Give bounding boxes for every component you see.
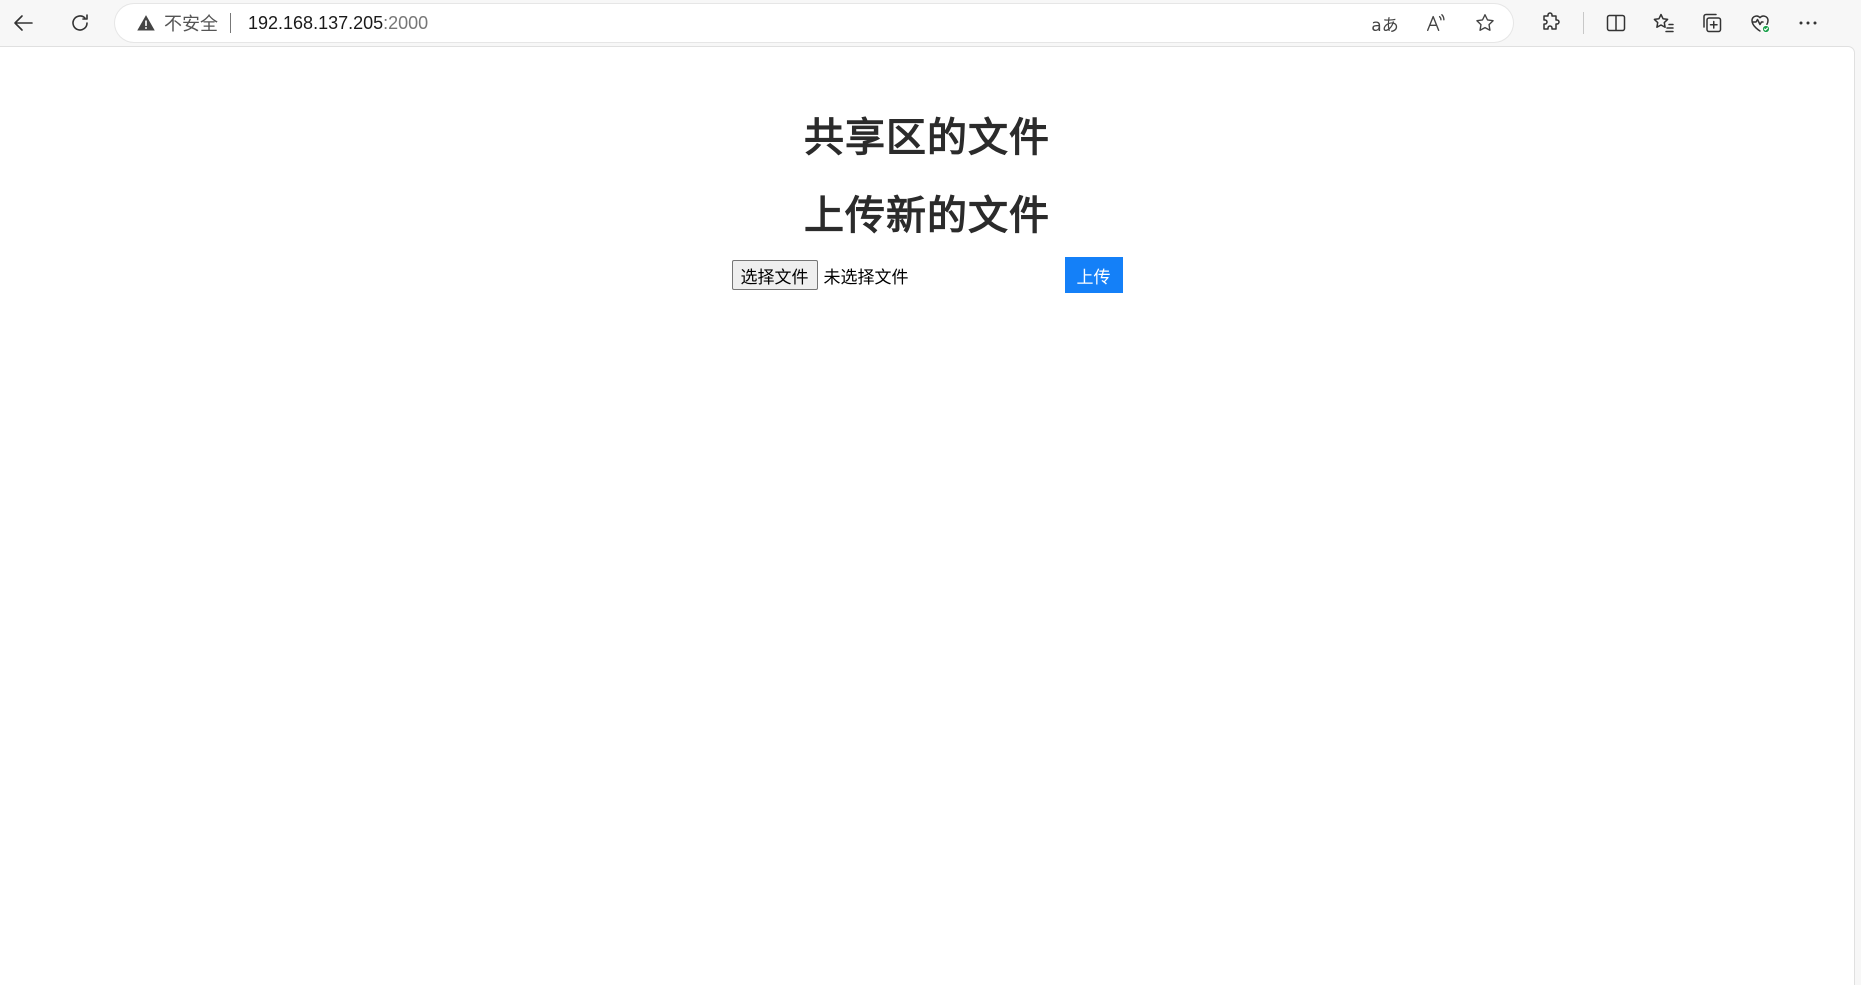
extensions-button[interactable]	[1527, 6, 1575, 40]
translate-icon[interactable]: aあ	[1367, 7, 1403, 39]
url-port: :2000	[383, 12, 429, 33]
browser-essentials-button[interactable]	[1736, 6, 1784, 40]
settings-and-more-button[interactable]	[1784, 6, 1832, 40]
upload-form: 选择文件 未选择文件 上传	[0, 257, 1854, 293]
security-status-label[interactable]: 不安全	[164, 10, 218, 36]
address-divider	[230, 13, 231, 33]
warning-icon[interactable]	[136, 12, 158, 34]
arrow-left-icon	[14, 15, 33, 31]
page-viewport: 共享区的文件 上传新的文件 选择文件 未选择文件 上传	[0, 47, 1854, 985]
shared-files-heading: 共享区的文件	[804, 115, 1050, 161]
favorite-star-icon[interactable]	[1467, 7, 1503, 39]
collections-icon	[1703, 13, 1722, 33]
reload-button[interactable]	[62, 6, 98, 40]
puzzle-icon	[1543, 12, 1560, 30]
address-bar-actions: aあ	[1367, 4, 1503, 42]
toolbar-divider	[1583, 12, 1584, 34]
file-input[interactable]: 选择文件 未选择文件	[731, 260, 1065, 290]
upload-heading: 上传新的文件	[804, 193, 1050, 239]
split-screen-icon	[1606, 14, 1626, 32]
back-button[interactable]	[6, 6, 42, 40]
collections-button[interactable]	[1688, 6, 1736, 40]
heart-pulse-icon	[1751, 15, 1771, 34]
no-file-selected-label: 未选择文件	[823, 267, 909, 288]
address-bar[interactable]: 不安全 192.168.137.205:2000 aあ	[115, 4, 1513, 42]
browser-tools	[1527, 6, 1832, 40]
read-aloud-icon[interactable]	[1417, 7, 1453, 39]
browser-toolbar: 不安全 192.168.137.205:2000 aあ	[0, 0, 1861, 46]
reload-icon	[72, 14, 88, 31]
url-text[interactable]: 192.168.137.205:2000	[248, 13, 428, 34]
split-screen-button[interactable]	[1592, 6, 1640, 40]
choose-file-button[interactable]: 选择文件	[731, 260, 818, 290]
favorites-list-icon	[1653, 13, 1674, 33]
url-host: 192.168.137.205	[248, 12, 384, 33]
upload-button[interactable]: 上传	[1064, 257, 1123, 293]
favorites-button[interactable]	[1640, 6, 1688, 40]
more-dots-icon	[1799, 21, 1817, 25]
